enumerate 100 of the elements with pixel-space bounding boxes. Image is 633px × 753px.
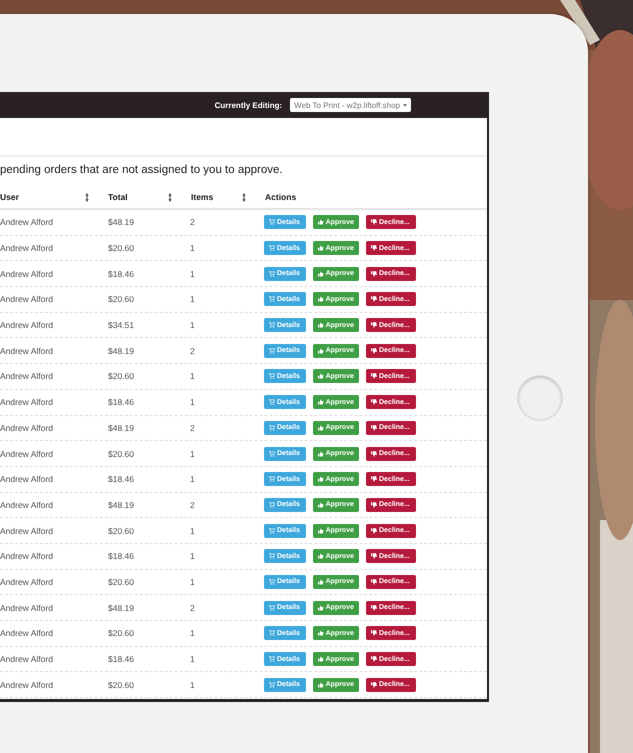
table-cell-text: $20.60 (108, 576, 135, 587)
cart-icon (269, 373, 275, 380)
thumbs-down-icon (371, 502, 377, 508)
thumbs-down-icon (371, 399, 377, 406)
editing-label: Currently Editing: (214, 100, 282, 110)
cart-icon (269, 219, 275, 226)
thumbs-up-icon (318, 219, 324, 226)
table-cell-text: 1 (190, 551, 196, 562)
column-header: Total (108, 192, 129, 202)
table-cell-text: Andrew Alford (0, 576, 54, 587)
table-cell-text: $18.46 (108, 474, 135, 484)
thumbs-up-icon (318, 348, 324, 354)
table-cell-text: Andrew Alford (0, 474, 54, 484)
thumbs-down-icon (371, 630, 377, 636)
table-cell-text: Andrew Alford (0, 448, 54, 459)
cart-icon (269, 296, 275, 302)
table-cell-text: Andrew Alford (0, 526, 54, 536)
thumbs-up-icon (318, 656, 324, 662)
table-cell-text: Andrew Alford (0, 243, 54, 254)
table-cell-text: 1 (190, 320, 196, 330)
cart-icon (269, 270, 275, 277)
thumbs-down-icon (371, 450, 377, 457)
site-select[interactable]: Web To Print - w2p.liftoff.shop (290, 98, 411, 112)
thumbs-up-icon (318, 502, 324, 508)
thumbs-down-icon (371, 656, 377, 662)
cart-icon (269, 399, 275, 406)
table-cell-text: 2 (190, 422, 196, 433)
table-cell-text: Andrew Alford (0, 294, 54, 304)
sort-icon[interactable] (242, 192, 246, 202)
column-header: User (0, 192, 20, 202)
table-cell-text: 1 (190, 526, 196, 536)
table-cell-text: Andrew Alford (0, 217, 54, 228)
thumbs-down-icon (371, 219, 377, 226)
thumbs-up-icon (318, 604, 324, 611)
table-cell-text: Andrew Alford (0, 268, 54, 279)
table-cell-text: 1 (190, 448, 196, 459)
table-cell-text: $18.46 (108, 654, 135, 664)
thumbs-up-icon (318, 399, 324, 406)
table-cell-text: $20.60 (108, 294, 135, 304)
table-cell-text: $48.19 (108, 602, 135, 613)
table-cell-text: $48.19 (108, 500, 135, 510)
sort-icon[interactable] (85, 192, 89, 202)
table-cell-text: $20.60 (108, 526, 135, 536)
thumbs-up-icon (318, 424, 324, 431)
table-cell-text: Andrew Alford (0, 422, 54, 433)
table-cell-text: 1 (190, 474, 196, 484)
cart-icon (269, 502, 275, 508)
table-cell-text: $48.19 (108, 422, 135, 433)
thumbs-up-icon (318, 630, 324, 636)
table-cell-text: $18.46 (108, 397, 135, 408)
cart-icon (269, 424, 275, 431)
table-cell-text: $48.19 (108, 346, 135, 356)
table-cell-text: 2 (190, 602, 196, 613)
thumbs-up-icon (318, 682, 324, 688)
thumbs-down-icon (371, 348, 377, 354)
table-cell-text: Andrew Alford (0, 320, 54, 330)
sort-icon[interactable] (168, 192, 172, 202)
table-cell-text: $20.60 (108, 371, 135, 382)
table-cell-text: $18.46 (108, 268, 135, 279)
cart-icon (269, 682, 275, 688)
table-cell-text: $34.51 (108, 320, 135, 330)
thumbs-down-icon (371, 322, 377, 328)
thumbs-down-icon (371, 604, 377, 611)
thumbs-down-icon (371, 682, 377, 688)
cart-icon (269, 630, 275, 636)
table-cell-text: $20.60 (108, 448, 135, 459)
cart-icon (269, 528, 275, 534)
table-cell-text: Andrew Alford (0, 397, 54, 408)
table-cell-text: 1 (190, 628, 196, 638)
table-cell-text: Andrew Alford (0, 346, 54, 356)
table-cell-text: Andrew Alford (0, 602, 54, 613)
thumbs-up-icon (318, 553, 324, 560)
thumbs-up-icon (318, 476, 324, 482)
table-cell-text: Andrew Alford (0, 371, 54, 382)
thumbs-down-icon (371, 373, 377, 380)
thumbs-down-icon (371, 553, 377, 560)
table-cell-text: $48.19 (108, 217, 135, 228)
cart-icon (269, 656, 275, 662)
table-cell-text: 2 (190, 500, 196, 510)
thumbs-down-icon (371, 296, 377, 302)
table-cell-text: 1 (190, 294, 196, 304)
table-cell-text: 1 (190, 371, 196, 382)
thumbs-up-icon (318, 373, 324, 380)
thumbs-up-icon (318, 578, 324, 585)
column-header: Items (191, 192, 214, 202)
cart-icon (269, 604, 275, 611)
thumbs-down-icon (371, 578, 377, 585)
table-cell-text: Andrew Alford (0, 680, 54, 690)
thumbs-down-icon (371, 528, 377, 534)
thumbs-up-icon (318, 528, 324, 534)
cart-icon (269, 476, 275, 482)
table-cell-text: Andrew Alford (0, 500, 54, 510)
table-cell-text: $20.60 (108, 680, 135, 690)
cart-icon (269, 578, 275, 585)
column-header: Actions (265, 192, 296, 202)
thumbs-down-icon (371, 270, 377, 277)
thumbs-down-icon (371, 245, 377, 252)
table-cell-text: 1 (190, 680, 196, 690)
table-cell-text: $20.60 (108, 628, 135, 638)
thumbs-up-icon (318, 296, 324, 302)
